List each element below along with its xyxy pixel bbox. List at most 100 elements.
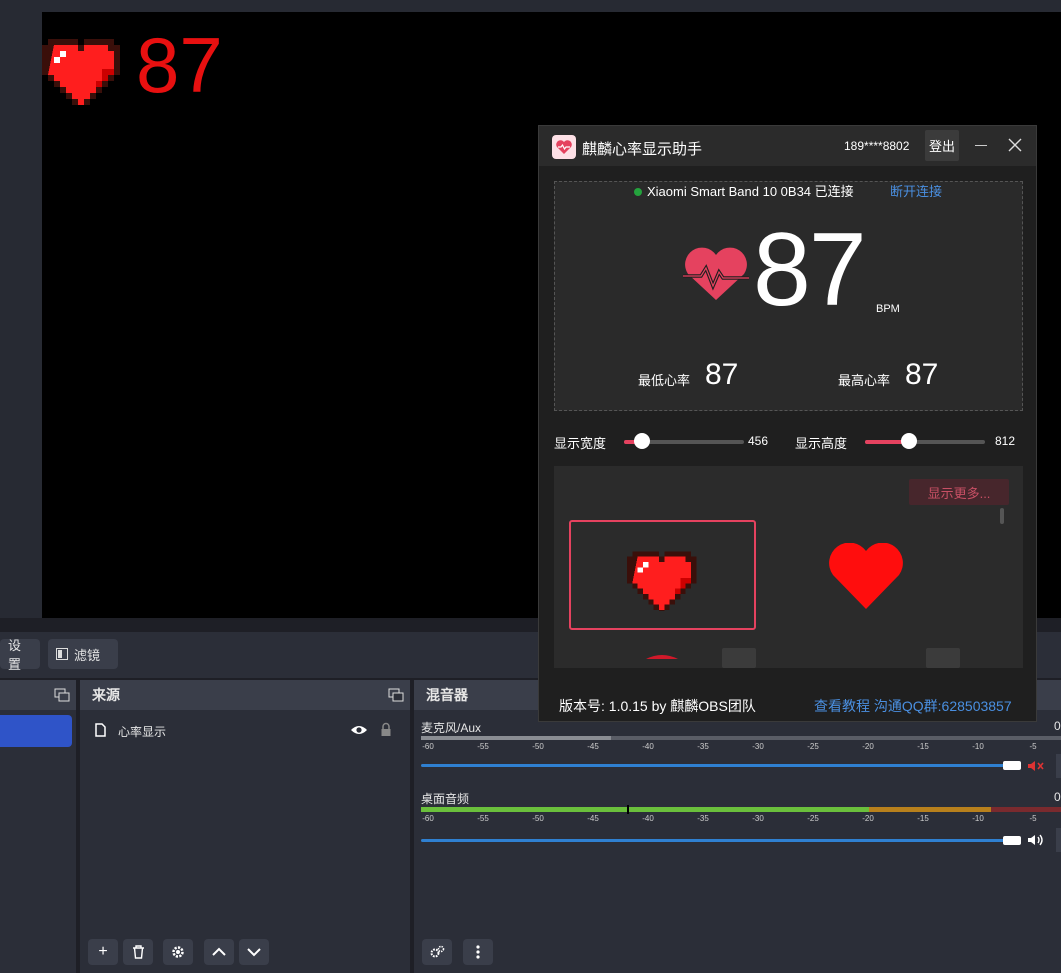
trash-icon (132, 945, 144, 959)
bpm-unit: BPM (876, 303, 900, 315)
scale-tick: -35 (697, 814, 709, 823)
scale-tick: -55 (477, 814, 489, 823)
show-more-label: 显示更多... (927, 485, 991, 501)
remove-source-button[interactable] (123, 939, 153, 965)
max-hr-value: 87 (905, 358, 939, 391)
height-slider-knob[interactable] (901, 433, 918, 449)
plus-icon: + (98, 943, 108, 960)
filter-icon (56, 648, 68, 660)
mixer-dock: 混音器 (414, 680, 1061, 973)
mixer-channel-name: 麦克风/Aux (421, 721, 482, 735)
mixer-title: 混音器 (426, 687, 468, 703)
scale-tick: -25 (807, 742, 819, 751)
speaker-icon[interactable] (1027, 833, 1045, 847)
device-connection-text: Xiaomi Smart Band 10 0B34 已连接 (647, 184, 854, 199)
scale-tick: -30 (752, 814, 764, 823)
sources-dock: 来源 心率显示 + (80, 680, 410, 973)
scale-tick: -50 (532, 742, 544, 751)
settings-label: 设置 (8, 638, 22, 672)
scale-tick: -5 (1029, 814, 1037, 823)
more-vertical-icon (476, 945, 480, 959)
lock-icon[interactable] (380, 722, 392, 737)
volume-slider-knob[interactable] (1003, 761, 1021, 770)
show-more-button[interactable]: 显示更多... (909, 479, 1009, 505)
preview-bpm-text: 87 (136, 21, 223, 109)
filters-button[interactable]: 滤镜 (48, 639, 118, 669)
source-item[interactable]: 心率显示 (80, 718, 410, 742)
preview-top-border (42, 0, 1061, 12)
version-text: 版本号: 1.0.15 by 麒麟OBS团队 (559, 698, 756, 714)
mixer-channel-name: 桌面音频 (421, 792, 470, 806)
style-option-partial-button[interactable] (722, 648, 756, 668)
meter-scale: -60 -55 -50 -45 -40 -35 -30 -25 -20 -15 … (421, 738, 1061, 752)
scale-tick: -30 (752, 742, 764, 751)
height-value: 812 (995, 434, 1016, 448)
mixer-settings-button[interactable] (422, 939, 452, 965)
volume-slider[interactable] (421, 764, 1013, 767)
settings-button[interactable]: 设置 (0, 638, 40, 672)
meter-scale: -60 -55 -50 -45 -40 -35 -30 -25 -20 -15 … (421, 810, 1061, 824)
width-label: 显示宽度 (554, 436, 607, 451)
heart-rate-helper-window: 麒麟心率显示助手 189****8802 登出 Xiaomi Smart Ban… (538, 125, 1037, 722)
scale-tick: -55 (477, 742, 489, 751)
scale-tick: -25 (807, 814, 819, 823)
minimize-icon[interactable] (975, 145, 987, 146)
style-option-partial-button[interactable] (926, 648, 960, 668)
style-option-pixel-heart-selected[interactable] (569, 520, 756, 630)
heart-pulse-icon (683, 247, 749, 300)
max-hr-label: 最高心率 (838, 373, 891, 388)
width-value: 456 (748, 434, 769, 448)
scale-tick: -15 (917, 742, 929, 751)
style-option-partial[interactable] (642, 651, 682, 659)
helper-titlebar: 麒麟心率显示助手 189****8802 登出 (539, 126, 1036, 166)
logout-button[interactable]: 登出 (925, 130, 959, 161)
disconnect-link[interactable]: 断开连接 (890, 181, 942, 200)
scale-tick: -20 (862, 814, 874, 823)
gears-icon (430, 945, 444, 958)
scale-tick: -35 (697, 742, 709, 751)
heart-rate-panel: Xiaomi Smart Band 10 0B34 已连接 断开连接 87 BP… (554, 181, 1023, 411)
scale-tick: -40 (642, 814, 654, 823)
visibility-eye-icon[interactable] (350, 724, 368, 736)
chevron-down-icon (247, 948, 261, 957)
source-item-label: 心率显示 (118, 725, 167, 739)
scene-item-selected[interactable] (0, 715, 72, 747)
helper-title: 麒麟心率显示助手 (582, 141, 703, 158)
undock-icon[interactable] (388, 688, 404, 702)
volume-slider-knob[interactable] (1003, 836, 1021, 845)
scene-list-edge (0, 0, 42, 632)
scale-tick: -10 (972, 814, 984, 823)
add-source-button[interactable]: + (88, 939, 118, 965)
move-up-button[interactable] (204, 939, 234, 965)
volume-slider[interactable] (421, 839, 1013, 842)
close-icon[interactable] (1008, 138, 1022, 152)
mixer-menu-button[interactable] (463, 939, 493, 965)
mixer-channel-value: 0 (1054, 790, 1061, 804)
channel-menu-edge[interactable] (1056, 828, 1061, 852)
mixer-channel-value: 0 (1054, 719, 1061, 733)
muted-speaker-icon[interactable] (1027, 759, 1045, 773)
scale-tick: -20 (862, 742, 874, 751)
pixel-heart-icon (42, 39, 120, 105)
pixel-heart-icon (627, 551, 697, 611)
logout-label: 登出 (928, 139, 955, 154)
scale-tick: -15 (917, 814, 929, 823)
min-hr-label: 最低心率 (638, 373, 691, 388)
filters-label: 滤镜 (74, 647, 101, 663)
file-icon (95, 723, 106, 737)
tutorial-qq-link[interactable]: 查看教程 沟通QQ群:628503857 (814, 696, 1012, 716)
gallery-scrollbar[interactable] (1000, 508, 1004, 524)
style-option-solid-heart[interactable] (772, 520, 959, 630)
min-hr-value: 87 (705, 358, 739, 391)
scale-tick: -45 (587, 814, 599, 823)
scale-tick: -60 (422, 742, 434, 751)
undock-icon[interactable] (54, 688, 70, 702)
width-slider-knob[interactable] (634, 433, 650, 449)
scale-tick: -45 (587, 742, 599, 751)
sources-title: 来源 (92, 687, 120, 703)
sources-dock-header: 来源 (80, 680, 410, 710)
source-properties-button[interactable] (163, 939, 193, 965)
move-down-button[interactable] (239, 939, 269, 965)
connected-status-dot (634, 188, 642, 196)
channel-menu-edge[interactable] (1056, 754, 1061, 778)
